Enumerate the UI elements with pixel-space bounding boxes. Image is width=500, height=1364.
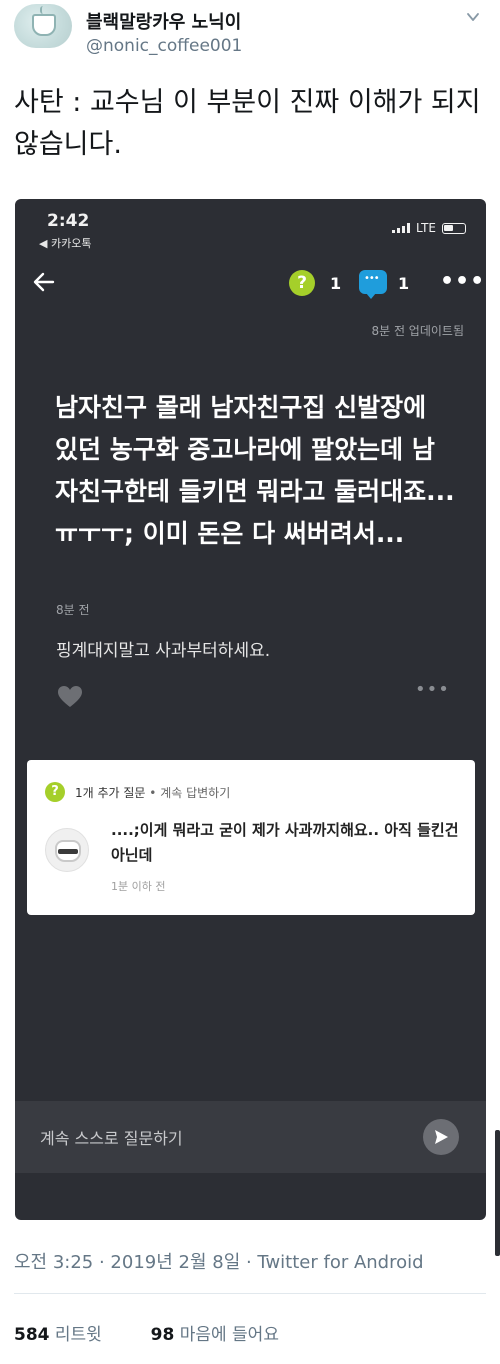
status-time: 2:42 [47, 211, 90, 231]
answer-bubble-icon[interactable] [359, 270, 387, 299]
answer-count: 1 [398, 274, 410, 293]
tweet-stats: 584 리트윗 98 마음에 들어요 [14, 1320, 279, 1345]
user-handle[interactable]: @nonic_coffee001 [86, 36, 242, 56]
cat-avatar-icon [45, 828, 89, 872]
followup-header: 1개 추가 질문 • 계속 답변하기 [75, 784, 230, 801]
question-time: 8분 전 [56, 603, 90, 617]
divider [14, 1293, 486, 1294]
followup-text: ....;이게 뭐라고 굳이 제가 사과까지해요.. 아직 들킨건 아닌데 [111, 821, 459, 864]
send-arrow-icon [435, 1130, 448, 1144]
back-to-app-link[interactable]: ◀ 카카오톡 [39, 235, 91, 251]
battery-icon [442, 222, 466, 234]
display-name[interactable]: 블랙말랑카우 노닉이 [86, 8, 241, 34]
compose-bar: 계속 스스로 질문하기 [15, 1101, 486, 1173]
embedded-screenshot: 2:42 ◀ 카카오톡 LTE ? 1 1 ••• 8분 전 업데이트됨 남자친… [15, 199, 486, 1220]
updated-time: 8분 전 업데이트됨 [371, 324, 464, 338]
like-label[interactable]: 마음에 들어요 [180, 1325, 279, 1345]
continue-answer-link[interactable]: 계속 답변하기 [160, 786, 230, 800]
retweet-label[interactable]: 리트윗 [55, 1325, 102, 1345]
tweet-timestamp: 오전 3:25 · 2019년 2월 8일 · Twitter for Andr… [14, 1252, 424, 1273]
signal-icon [392, 223, 411, 233]
followup-question-icon: ? [45, 782, 65, 802]
retweet-count[interactable]: 584 [14, 1325, 50, 1345]
status-indicators: LTE [392, 221, 466, 235]
question-text: 남자친구 몰래 남자친구집 신발장에 있던 농구화 중고나라에 팔았는데 남자친… [55, 393, 455, 548]
heart-icon[interactable] [57, 685, 83, 709]
tweet-text: 사탄 : 교수님 이 부분이 진짜 이해가 되지않습니다. [14, 87, 481, 160]
followup-separator: • [149, 786, 157, 800]
send-button[interactable] [423, 1119, 459, 1155]
steam-decoration [40, 6, 46, 14]
question-count: 1 [330, 274, 342, 293]
scrollbar[interactable] [495, 1130, 500, 1256]
chevron-down-icon[interactable] [466, 10, 480, 24]
compose-input[interactable]: 계속 스스로 질문하기 [40, 1125, 183, 1149]
network-label: LTE [416, 221, 436, 235]
profile-avatar[interactable] [14, 4, 72, 48]
followup-question-card[interactable]: ? 1개 추가 질문 • 계속 답변하기 ....;이게 뭐라고 굳이 제가 사… [27, 760, 475, 915]
answer-text: 핑계대지말고 사과부터하세요. [56, 641, 271, 661]
question-icon[interactable]: ? [289, 270, 315, 296]
answer-more-button[interactable]: ••• [415, 679, 450, 700]
coffee-cup-icon [32, 14, 56, 36]
followup-time: 1분 이하 전 [111, 880, 166, 893]
back-arrow-icon[interactable] [33, 271, 55, 293]
like-count[interactable]: 98 [151, 1325, 175, 1345]
more-menu-button[interactable]: ••• [440, 269, 485, 294]
followup-title: 1개 추가 질문 [75, 786, 146, 800]
